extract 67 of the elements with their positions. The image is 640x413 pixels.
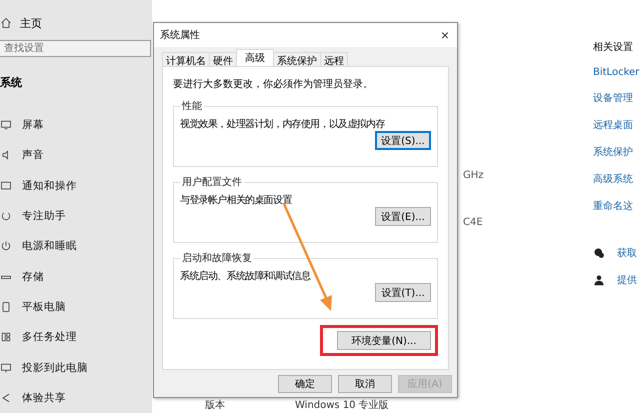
nav-icon [0, 362, 12, 374]
help-link[interactable]: 获取 [617, 246, 637, 260]
nav-label: 平板电脑 [22, 300, 66, 314]
chat-icon [593, 247, 605, 259]
tab[interactable]: 远程 [320, 52, 348, 66]
related-link[interactable]: 远程桌面 [593, 118, 640, 132]
sidebar-item[interactable]: 体验共享 [0, 382, 152, 413]
sidebar-item[interactable]: 声音 [0, 140, 152, 171]
help-link[interactable]: 提供 [617, 273, 637, 287]
admin-note: 要进行大多数更改，你必须作为管理员登录。 [173, 78, 374, 91]
nav-icon [0, 392, 12, 404]
nav-label: 专注助手 [22, 209, 66, 224]
nav-label: 通知和操作 [22, 178, 77, 193]
group-description: 系统启动、系统故障和调试信息 [180, 270, 312, 283]
settings-button[interactable]: 设置(T)... [375, 283, 431, 302]
related-link[interactable]: 重命名这 [593, 199, 640, 213]
section-title: 相关设置 [593, 40, 634, 54]
spec-value: Windows 10 专业版 [295, 398, 389, 412]
related-link[interactable]: 设备管理 [593, 91, 640, 105]
nav-label: 体验共享 [22, 390, 66, 405]
nav-icon [0, 331, 12, 344]
nav-label: 屏幕 [22, 118, 44, 132]
nav-label: 电源和睡眠 [22, 239, 77, 254]
dialog-button[interactable]: 确定 [278, 375, 332, 393]
group-description: 视觉效果，处理器计划，内存使用，以及虚拟内存 [180, 118, 386, 131]
related-link[interactable]: 系统保护 [593, 145, 640, 159]
nav-icon [0, 119, 12, 132]
group-title: 性能 [182, 101, 202, 112]
spec-value: C4E [462, 217, 484, 228]
nav-label: 声音 [22, 148, 44, 162]
window-title: 系统属性 [160, 28, 200, 42]
tab[interactable]: 高级 [236, 49, 274, 66]
person-icon [593, 274, 605, 286]
sidebar-item[interactable]: 平板电脑 [0, 292, 152, 322]
related-link[interactable]: BitLocker [593, 67, 640, 78]
spec-value: GHz [462, 170, 485, 181]
nav-icon [0, 210, 12, 222]
sidebar-item[interactable]: 专注助手 [0, 200, 152, 232]
sidebar-item[interactable]: 投影到此电脑 [0, 352, 152, 383]
nav-label: 多任务处理 [22, 330, 77, 344]
sidebar-item[interactable]: 多任务处理 [0, 322, 152, 352]
nav-icon [0, 180, 12, 192]
settings-button[interactable]: 设置(S)... [375, 131, 431, 150]
nav-icon [0, 300, 12, 313]
tab[interactable]: 硬件 [209, 52, 237, 66]
home-icon [0, 17, 12, 29]
environment-variables-button[interactable]: 环境变量(N)... [337, 331, 431, 350]
group-description: 与登录帐户相关的桌面设置 [180, 194, 293, 207]
tab[interactable]: 系统保护 [273, 52, 321, 66]
sidebar-item[interactable]: 屏幕 [0, 110, 152, 140]
settings-button[interactable]: 设置(E)... [375, 207, 431, 226]
search-field[interactable]: 查找设置 [0, 40, 151, 57]
close-button[interactable]: × [438, 27, 451, 43]
home-link[interactable]: 主页 [20, 16, 42, 30]
section-title: 系统 [0, 75, 23, 90]
nav-label: 存储 [22, 270, 44, 284]
group-title: 启动和故障恢复 [182, 253, 252, 264]
nav-label: 投影到此电脑 [22, 360, 88, 375]
group-title: 用户配置文件 [182, 177, 242, 188]
sidebar-item[interactable]: 通知和操作 [0, 170, 152, 201]
spec-label: 版本 [205, 398, 225, 412]
sidebar-item[interactable]: 存储 [0, 261, 152, 292]
related-link[interactable]: 高级系统 [593, 172, 640, 186]
tab[interactable]: 计算机名 [162, 52, 210, 66]
dialog-button[interactable]: 取消 [338, 375, 392, 393]
sidebar-item[interactable]: 电源和睡眠 [0, 231, 152, 262]
nav-icon [0, 240, 12, 252]
